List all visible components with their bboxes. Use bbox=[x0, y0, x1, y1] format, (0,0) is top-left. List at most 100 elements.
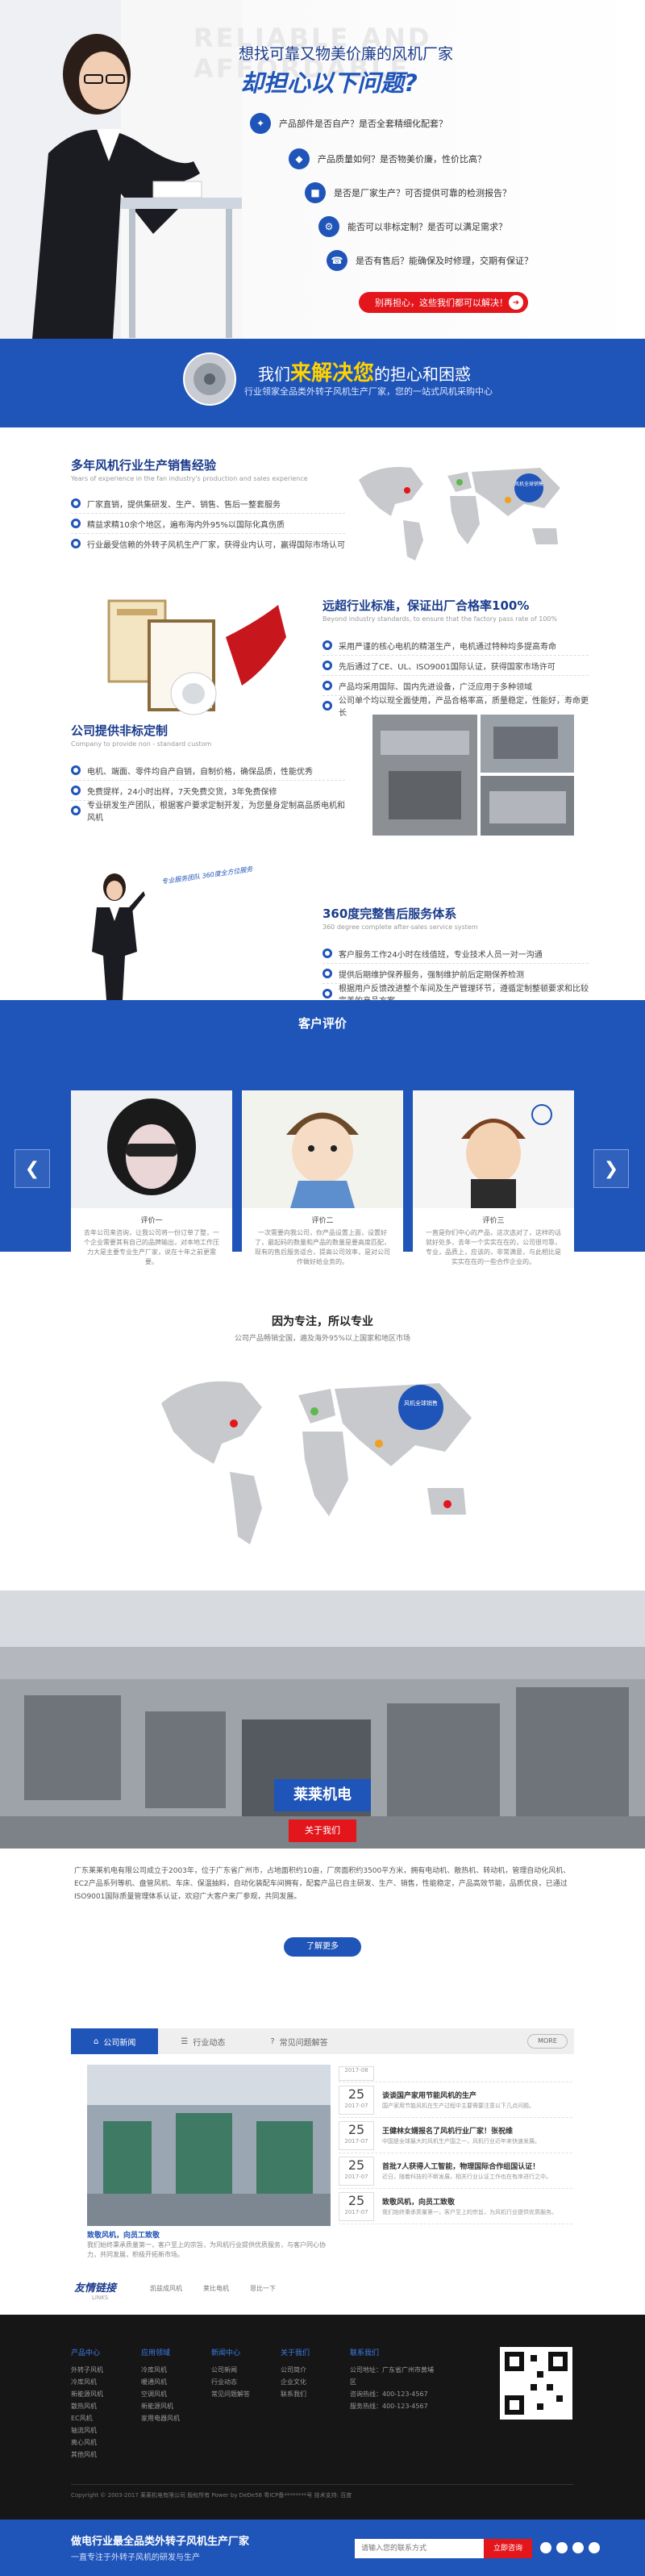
links-title: 友情链接 bbox=[74, 2282, 117, 2295]
fan-motor-icon bbox=[183, 352, 236, 406]
friend-links-list: 凯兹成风机 莱比电机 恩比一下 bbox=[150, 2284, 276, 2293]
news-title: 谈谈国产家用节能风机的生产 bbox=[382, 2092, 477, 2100]
learn-more-button[interactable]: 了解更多 bbox=[284, 1937, 361, 1957]
certificates-image bbox=[107, 599, 286, 715]
standards-section: 远超行业标准，保证出厂合格率100% Beyond industry stand… bbox=[322, 597, 589, 718]
hero-question-item: ✦ 产品部件是否自产？是否全套精细化配套？ bbox=[250, 113, 447, 134]
hero-cta-button[interactable]: 别再担心，这些我们都可以解决！ ➜ bbox=[359, 292, 528, 313]
bullet-text: 厂家直销，提供集研发、生产、销售、售后一整套服务 bbox=[87, 500, 281, 510]
aftersales-subtitle: 360 degree complete after-sales service … bbox=[322, 923, 478, 931]
support-icon: ☎ bbox=[327, 250, 347, 271]
footer-link[interactable]: 新能源风机 bbox=[141, 2400, 230, 2412]
news-date-day: 25 bbox=[347, 2121, 365, 2137]
hero-question-item: ■ 是否是厂家生产？可否提供可靠的检测报告？ bbox=[305, 182, 511, 203]
reviews-prev-button[interactable]: ❮ bbox=[15, 1149, 50, 1188]
news-item[interactable]: 25 2017-07 首批7人获得人工智能，物理国际合作组国认证！ 近日，随着科技的… bbox=[339, 2153, 572, 2189]
qr-code-image bbox=[500, 2347, 572, 2420]
tab-label: 常见问题解答 bbox=[279, 2038, 328, 2048]
footer-column: 联系我们 公司地址：广东省广州市黄埔区 咨询热线：400-123-4567 服务… bbox=[350, 2347, 439, 2412]
share-icons bbox=[540, 2542, 600, 2553]
footer-link[interactable]: 服务热线：400-123-4567 bbox=[350, 2400, 439, 2412]
news-date-ym: 2017-07 bbox=[344, 2208, 368, 2215]
hero-question-text: 能否可以非标定制？是否可以满足需求？ bbox=[347, 222, 507, 232]
bullet-item: 免费提样，24小时出样，7天免费交货，3年免费保修 bbox=[71, 781, 345, 800]
hero-question-text: 产品部件是否自产？是否全套精细化配套？ bbox=[279, 119, 447, 129]
consult-button[interactable]: 立即咨询 bbox=[484, 2539, 532, 2558]
review-avatar-image bbox=[413, 1090, 574, 1208]
weibo-icon[interactable] bbox=[540, 2542, 551, 2553]
wechat-icon[interactable] bbox=[556, 2542, 568, 2553]
news-more-button[interactable]: MORE bbox=[527, 2034, 568, 2049]
bullet-item: 电机、端面、零件均自产自销，自制价格，确保品质，性能优秀 bbox=[71, 761, 345, 780]
banner-title-pre: 我们 bbox=[258, 365, 290, 384]
custom-subtitle: Company to provide non - standard custom bbox=[71, 740, 212, 748]
reviews-next-button[interactable]: ❯ bbox=[593, 1149, 629, 1188]
footer-link[interactable]: 其他风机 bbox=[71, 2449, 160, 2461]
tab-label: 公司新闻 bbox=[103, 2038, 136, 2048]
bullet-text: 专业研发生产团队，根据客户要求定制开发，为您量身定制高品质电机和风机 bbox=[87, 802, 345, 823]
news-featured-text: 我们始终秉承质量第一，客户至上的宗旨，为风机行业提供优质服务，与客户同心协力，共… bbox=[87, 2241, 326, 2258]
home-icon: ⌂ bbox=[94, 2036, 99, 2046]
news-featured-title[interactable]: 致敬风机，向员工致敬 bbox=[87, 2229, 331, 2240]
news-item[interactable]: 25 2017-07 王健林女婿报名了风机行业厂家！张祝维 中国是全球最大的风机生产… bbox=[339, 2118, 572, 2153]
banner-title-highlight: 来解决您 bbox=[290, 361, 375, 386]
bullet-dot-icon bbox=[71, 786, 81, 795]
bullet-item: 先后通过了CE、UL、ISO9001国际认证，获得国家市场许可 bbox=[322, 656, 589, 675]
news-date-day: 25 bbox=[347, 2192, 365, 2208]
contact-input[interactable] bbox=[355, 2539, 484, 2558]
bullet-dot-icon bbox=[71, 765, 81, 775]
footer-link[interactable]: 离心风机 bbox=[71, 2436, 160, 2449]
bullet-text: 客户服务工作24小时在线值班，专业技术人员一对一沟通 bbox=[339, 950, 543, 960]
footer-link[interactable]: 家用电器风机 bbox=[141, 2412, 230, 2424]
news-date-day: 25 bbox=[347, 2086, 365, 2102]
question-icon: ? bbox=[270, 2036, 275, 2046]
bullet-item: 厂家直销，提供集研发、生产、销售、售后一整套服务 bbox=[71, 494, 345, 513]
review-card[interactable]: 评价一 去年公司来咨询，让我公司将一份订单了整，一个企业需要其有自己的品牌输出，… bbox=[71, 1090, 232, 1265]
news-item[interactable]: 25 2017-07 谈谈国产家用节能风机的生产 国产家用节能风机在生产过程中主要需… bbox=[339, 2082, 572, 2118]
tab-company-news[interactable]: ⌂ 公司新闻 bbox=[71, 2028, 159, 2054]
review-avatar-image bbox=[71, 1090, 232, 1208]
qq-icon[interactable] bbox=[572, 2542, 584, 2553]
bullet-dot-icon bbox=[71, 519, 81, 528]
arrow-right-icon: ➜ bbox=[509, 295, 523, 310]
standards-title: 远超行业标准，保证出厂合格率100% bbox=[322, 598, 530, 613]
news-featured-image[interactable] bbox=[87, 2065, 331, 2226]
bullet-text: 提供后期维护保养服务，强制维护前后定期保养检测 bbox=[339, 970, 524, 980]
tab-industry-news[interactable]: ☰ 行业动态 bbox=[158, 2028, 248, 2054]
bullet-item: 产品均采用国际、国内先进设备，广泛应用于多种领域 bbox=[322, 676, 589, 695]
banner-title: 我们来解决您的担心和困惑 bbox=[258, 356, 471, 386]
news-item[interactable]: 2017-08 bbox=[339, 2065, 572, 2082]
bullet-item: 专业研发生产团队，根据客户要求定制开发，为您量身定制高品质电机和风机 bbox=[71, 801, 345, 823]
friend-link[interactable]: 凯兹成风机 bbox=[150, 2284, 182, 2293]
tab-faq[interactable]: ? 常见问题解答 bbox=[248, 2028, 350, 2054]
friend-link[interactable]: 恩比一下 bbox=[250, 2284, 276, 2293]
news-tabs: ⌂ 公司新闻 ☰ 行业动态 ? 常见问题解答 bbox=[71, 2028, 574, 2054]
news-date-day: 25 bbox=[347, 2157, 365, 2173]
reviews-title: 客户评价 bbox=[298, 1016, 347, 1031]
friend-link[interactable]: 莱比电机 bbox=[203, 2284, 229, 2293]
hero-section: RELIABLE AND AFFORDABLE 想找可靠又物美价廉的风机厂家 却… bbox=[0, 0, 645, 339]
news-item[interactable]: 25 2017-07 致敬风机，向员工致敬 我们始终秉承质量第一，客户至上的宗旨，为… bbox=[339, 2189, 572, 2224]
experience-section: 多年风机行业生产销售经验 Years of experience in the … bbox=[71, 456, 345, 553]
bullet-dot-icon bbox=[322, 681, 332, 690]
about-text: 广东莱莱机电有限公司成立于2003年，位于广东省广州市，占地面积约10亩，厂房面… bbox=[74, 1867, 571, 1901]
bullet-text: 免费提样，24小时出样，7天免费交货，3年免费保修 bbox=[87, 787, 277, 797]
share-icon[interactable] bbox=[589, 2542, 600, 2553]
hero-question-item: ⚙ 能否可以非标定制？是否可以满足需求？ bbox=[318, 216, 507, 237]
brand-badge: 莱莱机电 bbox=[274, 1779, 371, 1811]
hero-question-text: 是否是厂家生产？可否提供可靠的检测报告？ bbox=[334, 188, 511, 198]
bullet-text: 电机、端面、零件均自产自销，自制价格，确保品质，性能优秀 bbox=[87, 767, 313, 777]
footer-link[interactable]: 公司地址：广东省广州市黄埔区 bbox=[350, 2364, 439, 2388]
footer-link[interactable]: 轴流风机 bbox=[71, 2424, 160, 2436]
bullet-dot-icon bbox=[322, 948, 332, 958]
speech-bubble: 专业服务团队 360度全方位服务 bbox=[160, 865, 253, 886]
review-card[interactable]: 评价二 一次需要向我公司，你产品设置上面，设置好了，最起码的数量和产品的数量是要… bbox=[242, 1090, 403, 1265]
banner-subtitle: 行业领家全品类外转子风机生产厂家，您的一站式风机采购中心 bbox=[244, 386, 493, 397]
news-title: 王健林女婿报名了风机行业厂家！张祝维 bbox=[382, 2128, 514, 2136]
review-card[interactable]: 评价三 一直是你们中心的产品，这次选对了，这样的话就好处多，去年一个实实在在的，… bbox=[413, 1090, 574, 1265]
experience-subtitle: Years of experience in the fan industry'… bbox=[71, 475, 308, 482]
footer-link[interactable]: 咨询热线：400-123-4567 bbox=[350, 2388, 439, 2400]
hero-question-line2: 却担心以下问题? bbox=[240, 69, 418, 97]
bullet-dot-icon bbox=[71, 806, 81, 815]
focus-section: 因为专注，所以专业 公司产品畅销全国，遍及海外95%以上国家和地区市场 bbox=[0, 1313, 645, 1343]
